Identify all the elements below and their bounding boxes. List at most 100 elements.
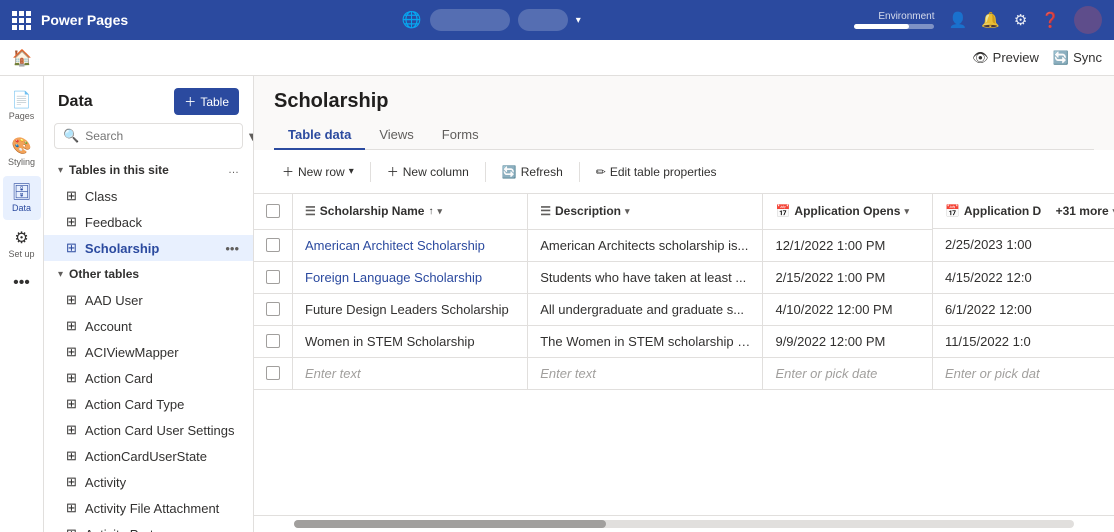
edit-table-button[interactable]: ✏ Edit table properties (588, 160, 725, 184)
th-application-d[interactable]: 📅 Application D +31 more ▾ + (933, 194, 1114, 229)
th-checkbox (254, 194, 293, 229)
refresh-icon: 🔄 (502, 165, 517, 179)
filter-icon[interactable]: ▼ (246, 129, 254, 144)
placeholder-text[interactable]: Enter text (528, 357, 763, 389)
horizontal-scrollbar[interactable] (294, 520, 1074, 528)
sidebar-item-activity-file-attachment[interactable]: ⊞ Activity File Attachment (44, 495, 253, 521)
sidebar-item-feedback[interactable]: ⊞ Feedback (44, 209, 253, 235)
search-input[interactable] (85, 129, 240, 143)
preview-button[interactable]: 👁 Preview (972, 50, 1039, 66)
refresh-button[interactable]: 🔄 Refresh (494, 160, 571, 184)
section-header-other-tables[interactable]: ▾ Other tables (44, 261, 253, 287)
placeholder-text[interactable]: Enter text (293, 357, 528, 389)
left-rail: 📄 Pages 🎨 Styling 🗄 Data ⚙ Set up ••• (0, 76, 44, 532)
col-chevron-icon[interactable]: ▾ (437, 206, 442, 217)
topbar-chevron-icon[interactable]: ▾ (576, 15, 581, 26)
row-opens: 4/10/2022 12:00 PM (763, 293, 932, 325)
topbar-left: Power Pages (12, 11, 128, 30)
tab-table-data[interactable]: Table data (274, 121, 365, 150)
rail-more-icon[interactable]: ••• (13, 268, 30, 298)
col-chevron-icon[interactable]: ▾ (904, 206, 909, 217)
th-description[interactable]: ☰ Description ▾ (528, 194, 763, 229)
rail-item-pages[interactable]: 📄 Pages (3, 84, 41, 128)
sidebar-item-activity[interactable]: ⊞ Activity (44, 469, 253, 495)
row-appd: 6/1/2022 12:00 (932, 293, 1114, 325)
avatar[interactable] (1074, 6, 1102, 34)
row-checkbox-cell (254, 261, 293, 293)
app-title: Power Pages (41, 12, 128, 28)
header-checkbox[interactable] (266, 204, 280, 218)
more-columns-button[interactable]: +31 more ▾ (1056, 204, 1114, 218)
sidebar-item-activity-party[interactable]: ⊞ Activity Party (44, 521, 253, 532)
row-checkbox[interactable] (266, 366, 280, 380)
table-item-label: Activity (85, 475, 239, 490)
row-checkbox[interactable] (266, 238, 280, 252)
col-chevron-icon[interactable]: ▾ (625, 206, 630, 217)
row-checkbox-cell (254, 229, 293, 261)
person-icon[interactable]: 👤 (948, 11, 967, 29)
preview-label: Preview (993, 50, 1039, 65)
tab-forms[interactable]: Forms (428, 121, 493, 150)
th-scholarship-name[interactable]: ☰ Scholarship Name ↑ ▾ (293, 194, 528, 229)
sidebar-item-class[interactable]: ⊞ Class (44, 183, 253, 209)
rail-item-data[interactable]: 🗄 Data (3, 176, 41, 220)
site-pill[interactable] (430, 9, 510, 31)
content-header: Scholarship Table data Views Forms (254, 76, 1114, 150)
col-label: Application D (964, 204, 1041, 218)
row-appd: 4/15/2022 12:0 (932, 261, 1114, 293)
new-row-button[interactable]: ＋ New row ▾ (274, 158, 362, 185)
topbar-right: Environment 👤 🔔 ⚙ ❓ (854, 6, 1102, 34)
table-grid-icon: ⊞ (66, 474, 77, 490)
sidebar-item-action-card-type[interactable]: ⊞ Action Card Type (44, 391, 253, 417)
row-description: Students who have taken at least ... (528, 261, 763, 293)
th-application-opens[interactable]: 📅 Application Opens ▾ (763, 194, 932, 229)
help-icon[interactable]: ❓ (1041, 11, 1060, 29)
row-opens: 2/15/2022 1:00 PM (763, 261, 932, 293)
rail-item-setup[interactable]: ⚙ Set up (3, 222, 41, 266)
bell-icon[interactable]: 🔔 (981, 11, 1000, 29)
sidebar-item-actioncarduserstate[interactable]: ⊞ ActionCardUserState (44, 443, 253, 469)
row-scholarship-name[interactable]: American Architect Scholarship (293, 229, 528, 261)
row-checkbox[interactable] (266, 270, 280, 284)
row-checkbox[interactable] (266, 302, 280, 316)
row-description: American Architects scholarship is... (528, 229, 763, 261)
new-row-chevron-icon[interactable]: ▾ (349, 166, 354, 177)
page-pill[interactable] (518, 9, 568, 31)
env-bar (854, 24, 934, 29)
sidebar-item-scholarship[interactable]: ⊞ Scholarship ••• (44, 235, 253, 261)
home-icon[interactable]: 🏠 (12, 48, 32, 68)
table-grid-icon: ⊞ (66, 448, 77, 464)
more-icon[interactable]: ••• (225, 241, 239, 256)
new-column-button[interactable]: ＋ New column (379, 158, 477, 185)
section-title-site: Tables in this site (69, 163, 169, 177)
styling-icon: 🎨 (12, 136, 32, 156)
sidebar-item-action-card[interactable]: ⊞ Action Card (44, 365, 253, 391)
rail-item-styling[interactable]: 🎨 Styling (3, 130, 41, 174)
table-grid-icon: ⊞ (66, 370, 77, 386)
scrollbar-thumb[interactable] (294, 520, 606, 528)
add-table-button[interactable]: ＋ Table (174, 88, 239, 115)
sidebar-item-aciviewmapper[interactable]: ⊞ ACIViewMapper (44, 339, 253, 365)
table-item-label: ActionCardUserState (85, 449, 239, 464)
pages-icon: 📄 (12, 90, 32, 110)
placeholder-date2[interactable]: Enter or pick dat (932, 357, 1114, 389)
table-grid-icon: ⊞ (66, 500, 77, 516)
row-checkbox[interactable] (266, 334, 280, 348)
table-item-label: Action Card (85, 371, 239, 386)
waffle-icon[interactable] (12, 11, 31, 30)
placeholder-date[interactable]: Enter or pick date (763, 357, 932, 389)
sidebar-item-action-card-user-settings[interactable]: ⊞ Action Card User Settings (44, 417, 253, 443)
sidebar-item-account[interactable]: ⊞ Account (44, 313, 253, 339)
sync-label: Sync (1073, 50, 1102, 65)
section-header-site-tables[interactable]: ▾ Tables in this site … (44, 157, 253, 183)
tab-views[interactable]: Views (365, 121, 427, 150)
new-row-label: New row (298, 165, 345, 179)
row-scholarship-name[interactable]: Foreign Language Scholarship (293, 261, 528, 293)
search-box: 🔍 ▼ (54, 123, 243, 149)
sync-button[interactable]: 🔄 Sync (1053, 50, 1102, 66)
table-placeholder-row: Enter text Enter text Enter or pick date… (254, 357, 1114, 389)
row-appd: 2/25/2023 1:00 (932, 229, 1114, 261)
sidebar-item-aad-user[interactable]: ⊞ AAD User (44, 287, 253, 313)
toolbar-divider-3 (579, 162, 580, 182)
settings-icon[interactable]: ⚙ (1014, 11, 1027, 29)
